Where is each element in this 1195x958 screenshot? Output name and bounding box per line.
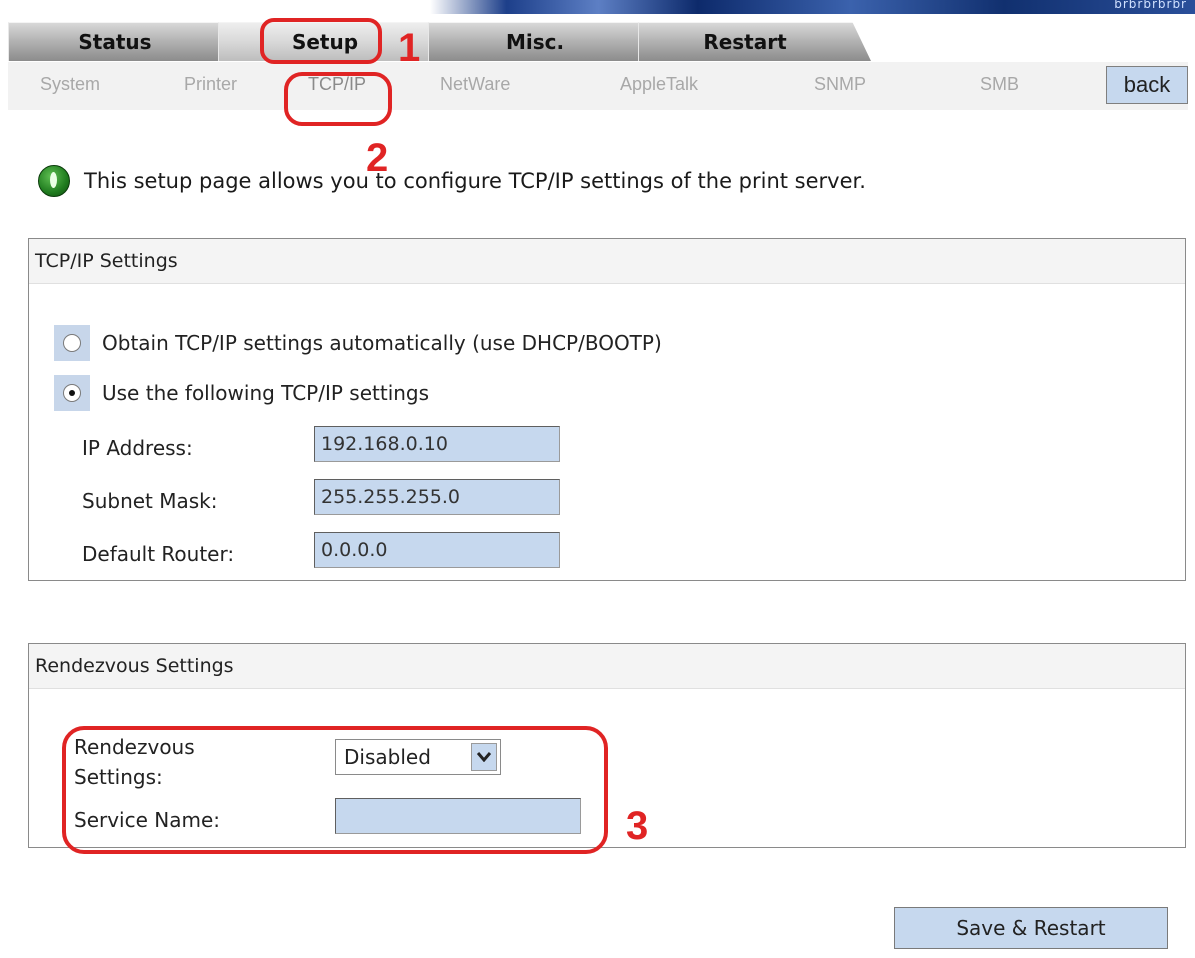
info-leaf-icon: [38, 165, 70, 197]
tab-status[interactable]: Status: [8, 22, 241, 61]
subtab-printer[interactable]: Printer: [184, 74, 237, 95]
default-router-label: Default Router:: [82, 542, 235, 566]
subtab-netware[interactable]: NetWare: [440, 74, 510, 95]
header-banner: brbrbrbrbr: [430, 0, 1195, 14]
tab-misc[interactable]: Misc.: [428, 22, 661, 61]
tcpip-settings-panel: TCP/IP Settings Obtain TCP/IP settings a…: [28, 238, 1186, 581]
subtab-smb[interactable]: SMB: [980, 74, 1019, 95]
tab-misc-label: Misc.: [505, 30, 565, 54]
radio-auto[interactable]: [54, 325, 90, 361]
annotation-box-rendezvous: [62, 726, 608, 854]
radio-manual[interactable]: [54, 375, 90, 411]
option-auto-row: Obtain TCP/IP settings automatically (us…: [54, 325, 662, 361]
option-manual-label[interactable]: Use the following TCP/IP settings: [102, 381, 429, 405]
radio-circle-icon: [63, 334, 81, 352]
ip-address-input[interactable]: [314, 426, 560, 462]
tab-restart[interactable]: Restart: [638, 22, 871, 61]
annotation-box-setup: [260, 18, 382, 64]
subtab-snmp[interactable]: SNMP: [814, 74, 866, 95]
option-manual-row: Use the following TCP/IP settings: [54, 375, 429, 411]
annotation-box-tcpip: [284, 72, 392, 126]
radio-selected-icon: [63, 384, 81, 402]
intro-text: This setup page allows you to configure …: [84, 169, 866, 193]
default-router-input[interactable]: [314, 532, 560, 568]
tab-status-label: Status: [78, 30, 152, 54]
banner-text: brbrbrbrbr: [1114, 0, 1187, 11]
sub-tab-bar: System Printer TCP/IP NetWare AppleTalk …: [8, 62, 1188, 110]
tcpip-panel-title: TCP/IP Settings: [29, 239, 1185, 284]
subtab-appletalk[interactable]: AppleTalk: [620, 74, 698, 95]
subnet-mask-label: Subnet Mask:: [82, 489, 218, 513]
rendezvous-panel-title: Rendezvous Settings: [29, 644, 1185, 689]
subtab-system[interactable]: System: [40, 74, 100, 95]
tab-restart-label: Restart: [703, 30, 787, 54]
save-restart-button[interactable]: Save & Restart: [894, 907, 1168, 949]
main-tab-bar: Status Setup Misc. Restart: [8, 22, 871, 61]
intro-line: This setup page allows you to configure …: [38, 165, 866, 197]
annotation-number-2: 2: [366, 136, 389, 180]
annotation-number-3: 3: [626, 804, 649, 848]
annotation-number-1: 1: [398, 26, 421, 70]
back-button[interactable]: back: [1106, 66, 1188, 104]
subnet-mask-input[interactable]: [314, 479, 560, 515]
option-auto-label[interactable]: Obtain TCP/IP settings automatically (us…: [102, 331, 662, 355]
ip-address-label: IP Address:: [82, 436, 193, 460]
